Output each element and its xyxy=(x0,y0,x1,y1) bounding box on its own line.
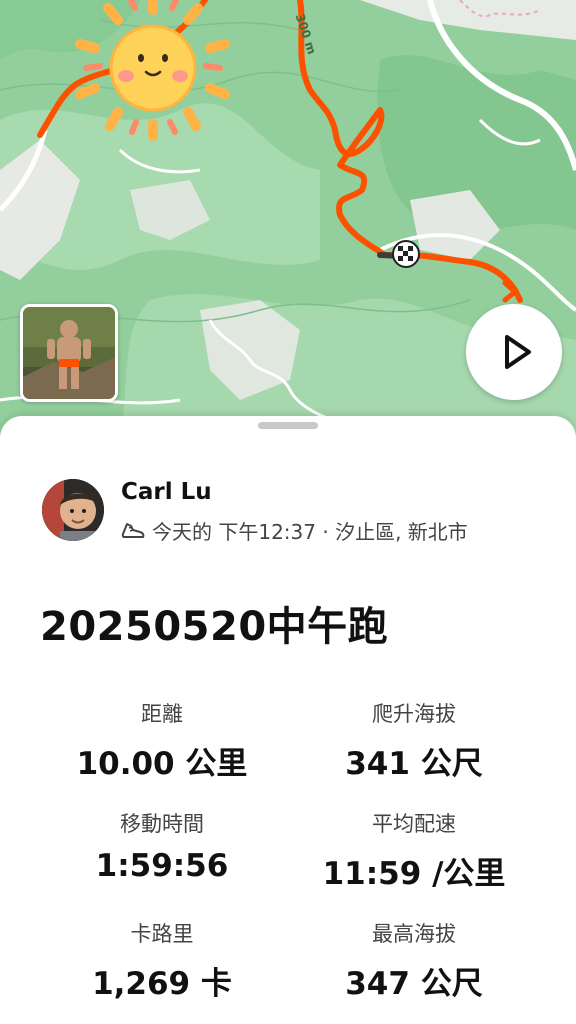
stat-calories: 卡路里 1,269 卡 xyxy=(32,918,292,1003)
athlete-avatar[interactable] xyxy=(42,479,104,541)
stat-max-elevation: 最高海拔 347 公尺 xyxy=(284,918,544,1003)
stat-label: 最高海拔 xyxy=(372,922,456,946)
stat-label: 平均配速 xyxy=(372,812,456,836)
activity-meta-text: 今天的 下午12:37 · 汐止區, 新北市 xyxy=(152,520,468,544)
activity-detail-sheet: Carl Lu 今天的 下午12:37 · 汐止區, 新北市 20250520中… xyxy=(0,416,576,1024)
stat-label: 移動時間 xyxy=(120,812,204,836)
photo-image xyxy=(23,307,115,399)
route-map[interactable]: 300 m xyxy=(0,0,576,440)
running-shoe-icon xyxy=(121,522,145,538)
stat-moving-time: 移動時間 1:59:56 xyxy=(32,808,292,884)
stat-distance: 距離 10.00 公里 xyxy=(32,698,292,783)
stat-value: 347 公尺 xyxy=(345,966,483,1002)
stat-elevation-gain: 爬升海拔 341 公尺 xyxy=(284,698,544,783)
stat-value: 1:59:56 xyxy=(95,848,229,884)
stat-value: 10.00 公里 xyxy=(76,746,248,782)
sheet-drag-handle[interactable] xyxy=(258,422,318,429)
activity-title: 20250520中午跑 xyxy=(40,604,389,650)
play-icon xyxy=(505,335,531,369)
athlete-name[interactable]: Carl Lu xyxy=(121,479,212,505)
finish-marker xyxy=(392,240,420,268)
avatar-image xyxy=(42,479,104,541)
stat-value: 1,269 卡 xyxy=(92,966,232,1002)
activity-meta: 今天的 下午12:37 · 汐止區, 新北市 xyxy=(120,516,468,545)
stat-avg-pace: 平均配速 11:59 /公里 xyxy=(284,808,544,893)
stat-value: 341 公尺 xyxy=(345,746,483,782)
stat-label: 卡路里 xyxy=(130,922,194,946)
activity-photo-thumbnail[interactable] xyxy=(20,304,118,402)
stat-label: 距離 xyxy=(141,702,183,726)
flyover-play-button[interactable] xyxy=(466,304,562,400)
stat-value: 11:59 /公里 xyxy=(322,856,506,892)
stat-label: 爬升海拔 xyxy=(372,702,456,726)
